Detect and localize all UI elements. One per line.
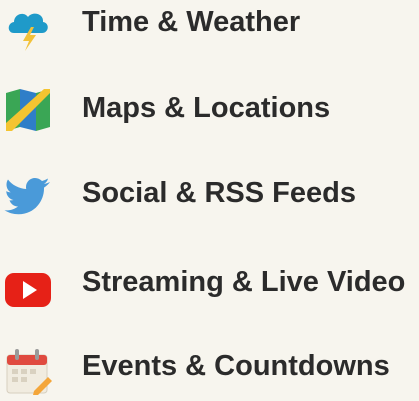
youtube-play-icon bbox=[4, 266, 52, 314]
map-icon bbox=[4, 85, 52, 133]
list-item-label: Maps & Locations bbox=[82, 92, 331, 124]
list-item-label: Time & Weather bbox=[82, 6, 301, 38]
list-item-events-countdowns[interactable]: Events & Countdowns bbox=[0, 341, 419, 401]
list-item-maps-locations[interactable]: Maps & Locations bbox=[0, 79, 419, 139]
list-item-label: Social & RSS Feeds bbox=[82, 177, 356, 209]
list-item-streaming-video[interactable]: Streaming & Live Video bbox=[0, 253, 419, 313]
list-item-time-weather[interactable]: Time & Weather bbox=[0, 0, 419, 60]
feature-list: Time & Weather Maps & Locations Social &… bbox=[0, 0, 419, 395]
calendar-pencil-icon bbox=[4, 347, 52, 395]
twitter-bird-icon bbox=[4, 172, 52, 220]
list-item-social-rss[interactable]: Social & RSS Feeds bbox=[0, 164, 419, 224]
cloud-lightning-icon bbox=[4, 3, 52, 51]
list-item-label: Streaming & Live Video bbox=[82, 266, 406, 298]
list-item-label: Events & Countdowns bbox=[82, 350, 390, 382]
